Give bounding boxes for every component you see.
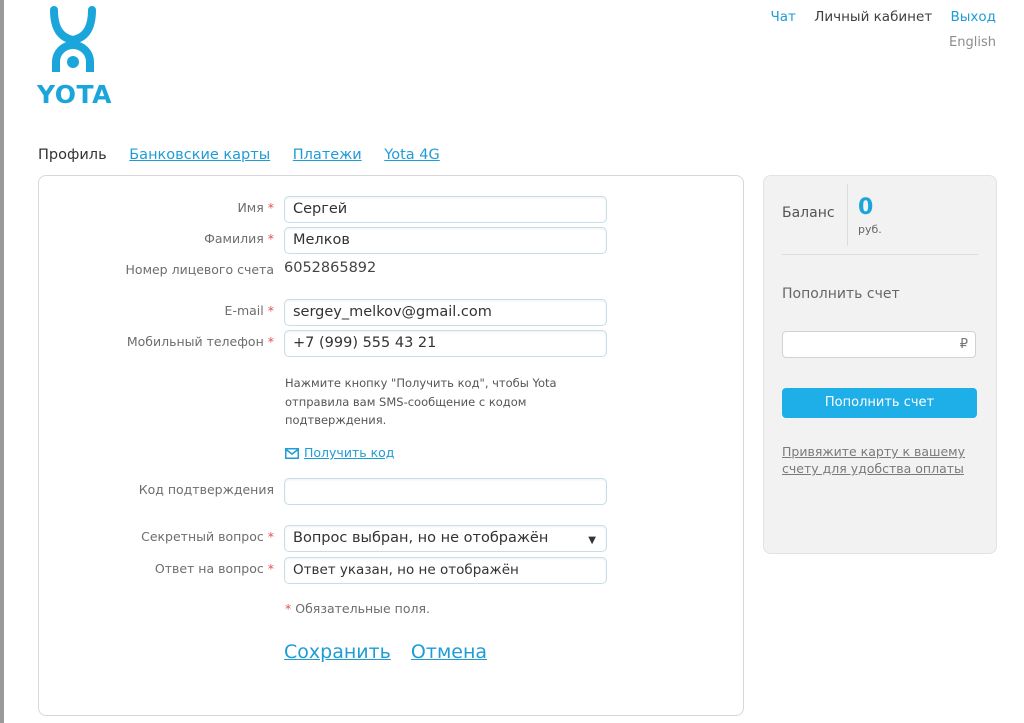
top-nav: Чат Личный кабинет Выход [757, 9, 997, 25]
secret-question-value: Вопрос выбран, но не отображён [293, 530, 549, 546]
balance-unit: руб. [858, 223, 882, 236]
personal-account-link[interactable]: Личный кабинет [814, 9, 932, 25]
get-code-label: Получить код [304, 445, 395, 460]
account-number-value: 6052865892 [284, 260, 377, 276]
topup-amount-input[interactable]: ₽ [782, 331, 976, 358]
required-fields-note: * Обязательные поля. [285, 601, 430, 616]
form-actions: Сохранить Отмена [284, 641, 501, 663]
tab-bank-cards[interactable]: Банковские карты [129, 147, 270, 163]
email-label: E-mail * [224, 303, 274, 318]
cancel-button[interactable]: Отмена [411, 641, 487, 663]
phone-field[interactable]: +7 (999) 555 43 21 [284, 330, 607, 357]
secret-question-label: Секретный вопрос * [141, 529, 274, 544]
sms-hint-text: Нажмите кнопку "Получить код", чтобы Yot… [285, 376, 557, 427]
last-name-label: Фамилия * [204, 231, 274, 246]
first-name-field[interactable]: Сергей [284, 196, 607, 223]
language-switch[interactable]: English [949, 35, 996, 50]
secret-answer-field[interactable]: Ответ указан, но не отображён [284, 557, 607, 584]
email-field[interactable]: sergey_melkov@gmail.com [284, 299, 607, 326]
tab-yota-4g[interactable]: Yota 4G [384, 147, 439, 163]
phone-label: Мобильный телефон * [126, 334, 274, 349]
balance-label: Баланс [782, 205, 835, 221]
last-name-field[interactable]: Мелков [284, 227, 607, 254]
bind-card-link[interactable]: Привяжите карту к вашему счету для удобс… [782, 443, 982, 477]
tab-bar: Профиль Банковские карты Платежи Yota 4G [38, 147, 458, 163]
envelope-icon [285, 448, 299, 459]
chat-link[interactable]: Чат [771, 9, 796, 25]
logout-link[interactable]: Выход [950, 9, 996, 25]
first-name-label: Имя * [237, 200, 274, 215]
balance-value: 0 [858, 195, 874, 220]
confirmation-code-label: Код подтверждения [138, 482, 274, 497]
window-edge [0, 0, 4, 723]
brand-name: YOTA [37, 80, 112, 109]
ruble-icon: ₽ [959, 337, 968, 352]
dropdown-arrow-icon: ▼ [588, 535, 596, 546]
secret-answer-label: Ответ на вопрос * [154, 561, 274, 576]
secret-question-select[interactable]: Вопрос выбран, но не отображён ▼ [284, 525, 607, 552]
confirmation-code-field[interactable] [284, 478, 607, 505]
sidebar-divider [782, 254, 978, 255]
get-code-link[interactable]: Получить код [285, 445, 394, 460]
topup-title: Пополнить счет [782, 286, 900, 302]
save-button[interactable]: Сохранить [284, 641, 391, 663]
topup-button[interactable]: Пополнить счет [782, 388, 977, 418]
account-number-label: Номер лицевого счета [125, 262, 274, 277]
balance-divider [847, 184, 848, 246]
tab-payments[interactable]: Платежи [293, 147, 362, 163]
tab-profile[interactable]: Профиль [38, 147, 107, 163]
